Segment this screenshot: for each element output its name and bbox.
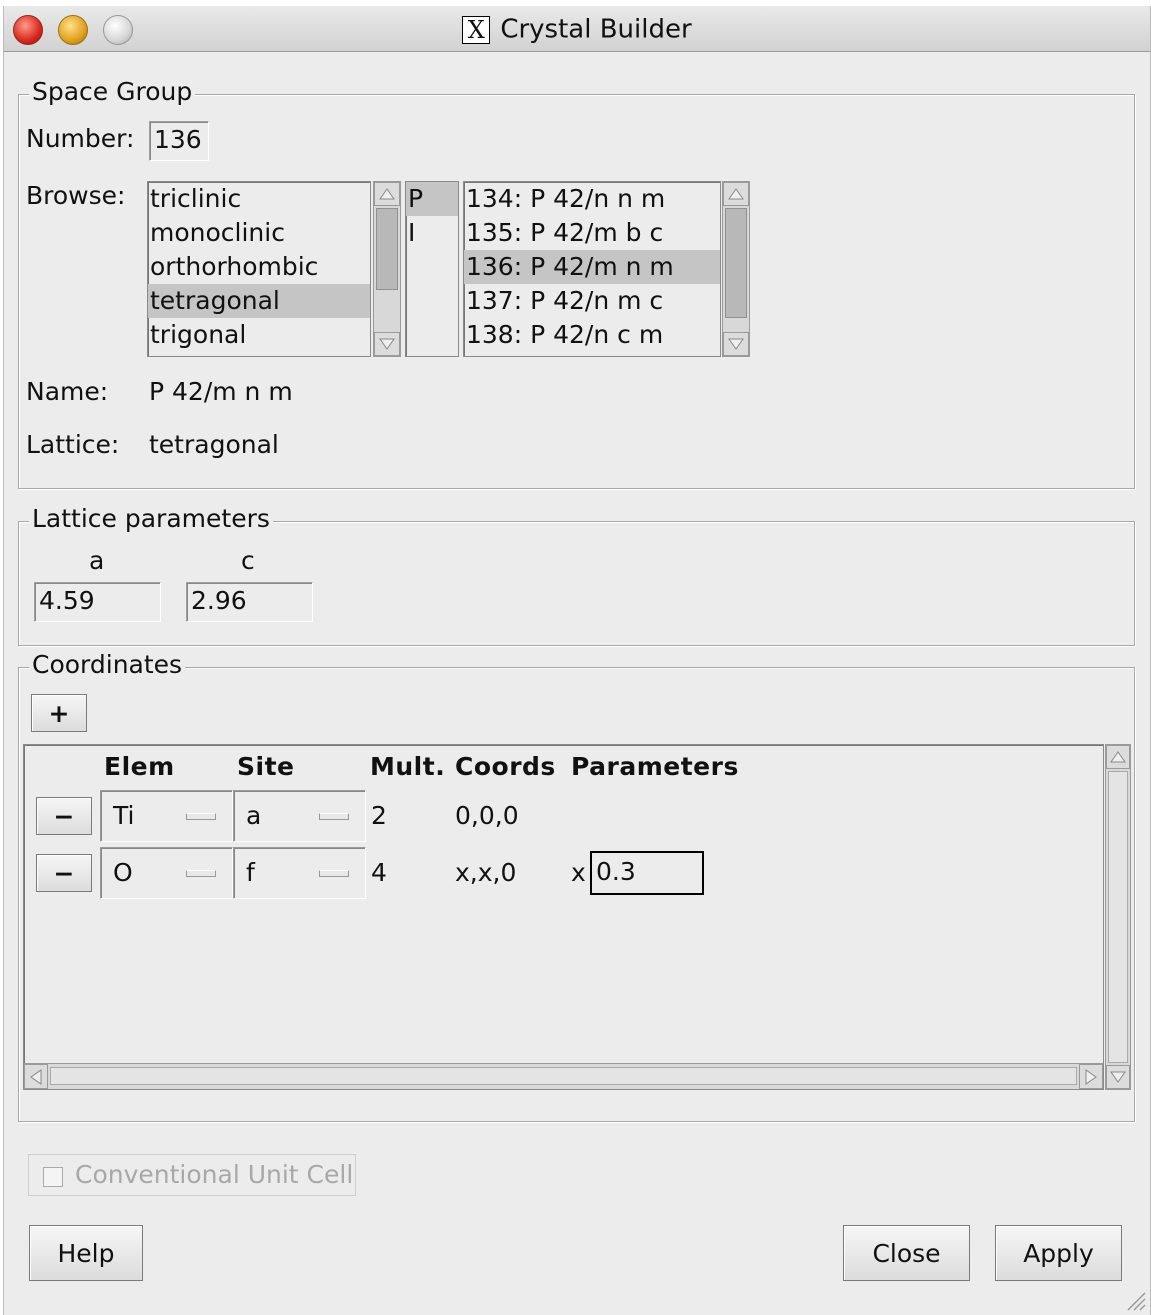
header-parameters: Parameters bbox=[571, 752, 739, 781]
element-value: Ti bbox=[113, 801, 135, 830]
crystal-system-list[interactable]: triclinic monoclinic orthorhombic tetrag… bbox=[147, 181, 371, 357]
list-item[interactable]: monoclinic bbox=[148, 216, 370, 250]
scroll-up-arrow-icon[interactable] bbox=[723, 182, 749, 206]
resize-grip-icon[interactable] bbox=[1124, 1289, 1146, 1311]
window-title: Crystal Builder bbox=[500, 14, 692, 45]
site-value: a bbox=[246, 801, 262, 830]
close-button[interactable]: Close bbox=[843, 1225, 970, 1281]
coordinates-vscrollbar[interactable] bbox=[1105, 744, 1131, 1090]
coords: x,x,0 bbox=[455, 858, 517, 887]
scroll-left-arrow-icon[interactable] bbox=[24, 1064, 48, 1089]
multiplicity: 2 bbox=[371, 801, 387, 830]
scroll-down-arrow-icon[interactable] bbox=[723, 332, 749, 356]
list-item-selected[interactable]: 136: P 42/m n m bbox=[464, 250, 720, 284]
list-item-selected[interactable]: P bbox=[406, 182, 458, 216]
list-item[interactable]: 137: P 42/n m c bbox=[464, 284, 720, 318]
lattice-parameters-legend: Lattice parameters bbox=[29, 504, 273, 534]
element-select[interactable]: Ti bbox=[100, 790, 233, 842]
header-elem: Elem bbox=[104, 752, 175, 781]
window-title-area: X Crystal Builder bbox=[4, 14, 1150, 45]
list-item[interactable]: I bbox=[406, 216, 458, 250]
scroll-thumb[interactable] bbox=[50, 1067, 1077, 1085]
list-item[interactable]: 135: P 42/m b c bbox=[464, 216, 720, 250]
param-x-label: x bbox=[571, 858, 586, 887]
dropdown-indicator-icon bbox=[319, 870, 349, 877]
checkbox-icon bbox=[43, 1167, 63, 1187]
param-c-label: c bbox=[241, 546, 255, 575]
space-group-legend: Space Group bbox=[29, 77, 196, 107]
scroll-down-arrow-icon[interactable] bbox=[1106, 1065, 1130, 1089]
list-item[interactable]: triclinic bbox=[148, 182, 370, 216]
dropdown-indicator-icon bbox=[319, 813, 349, 820]
browse-label: Browse: bbox=[26, 181, 126, 210]
scroll-thumb[interactable] bbox=[1108, 771, 1128, 1063]
header-mult: Mult. bbox=[370, 752, 446, 781]
crystal-system-scrollbar[interactable] bbox=[373, 181, 401, 357]
header-coords: Coords bbox=[455, 752, 556, 781]
list-item[interactable]: 134: P 42/n n m bbox=[464, 182, 720, 216]
site-select[interactable]: a bbox=[233, 790, 366, 842]
scroll-down-arrow-icon[interactable] bbox=[374, 332, 400, 356]
param-x-field[interactable]: 0.3 bbox=[590, 851, 704, 895]
space-group-scrollbar[interactable] bbox=[722, 181, 750, 357]
param-c-field[interactable]: 2.96 bbox=[186, 582, 313, 622]
space-group-number-field[interactable]: 136 bbox=[149, 121, 209, 161]
site-select[interactable]: f bbox=[233, 847, 366, 899]
dropdown-indicator-icon bbox=[186, 870, 216, 877]
coordinates-table: Elem Site Mult. Coords Parameters − Ti a… bbox=[23, 744, 1104, 1090]
lattice-label: Lattice: bbox=[26, 430, 120, 459]
conventional-unit-cell-label: Conventional Unit Cell bbox=[75, 1160, 354, 1189]
scroll-up-arrow-icon[interactable] bbox=[1106, 745, 1130, 769]
remove-atom-button[interactable]: − bbox=[36, 797, 92, 835]
space-group-panel: Space Group Number: 136 Browse: triclini… bbox=[18, 77, 1135, 489]
dropdown-indicator-icon bbox=[186, 813, 216, 820]
help-button[interactable]: Help bbox=[29, 1225, 143, 1281]
lattice-type: tetragonal bbox=[149, 430, 279, 459]
name-label: Name: bbox=[26, 377, 109, 406]
scroll-up-arrow-icon[interactable] bbox=[374, 182, 400, 206]
x11-app-icon: X bbox=[462, 15, 491, 44]
header-site: Site bbox=[237, 752, 295, 781]
add-atom-button[interactable]: + bbox=[31, 694, 87, 732]
site-value: f bbox=[246, 858, 255, 887]
param-a-label: a bbox=[89, 546, 105, 575]
centering-list[interactable]: P I bbox=[405, 181, 459, 357]
list-item[interactable]: trigonal bbox=[148, 318, 370, 352]
space-group-list[interactable]: 134: P 42/n n m 135: P 42/m b c 136: P 4… bbox=[463, 181, 721, 357]
coordinates-hscrollbar[interactable] bbox=[24, 1063, 1103, 1089]
scroll-right-arrow-icon[interactable] bbox=[1079, 1064, 1103, 1089]
number-label: Number: bbox=[26, 124, 135, 153]
space-group-name: P 42/m n m bbox=[149, 377, 293, 406]
scroll-thumb[interactable] bbox=[725, 208, 747, 318]
list-item-selected[interactable]: tetragonal bbox=[148, 284, 370, 318]
scroll-thumb[interactable] bbox=[376, 208, 398, 290]
apply-button[interactable]: Apply bbox=[995, 1225, 1122, 1281]
element-select[interactable]: O bbox=[100, 847, 233, 899]
list-item[interactable]: 138: P 42/n c m bbox=[464, 318, 720, 352]
element-value: O bbox=[113, 858, 133, 887]
list-item[interactable]: orthorhombic bbox=[148, 250, 370, 284]
param-a-field[interactable]: 4.59 bbox=[34, 582, 161, 622]
conventional-unit-cell-checkbox[interactable]: Conventional Unit Cell bbox=[28, 1154, 356, 1196]
remove-atom-button[interactable]: − bbox=[36, 854, 92, 892]
title-bar: X Crystal Builder bbox=[4, 6, 1150, 52]
coordinates-legend: Coordinates bbox=[29, 650, 186, 680]
coords: 0,0,0 bbox=[455, 801, 519, 830]
multiplicity: 4 bbox=[371, 858, 387, 887]
coordinates-panel: Coordinates + Elem Site Mult. Coords Par… bbox=[18, 650, 1135, 1122]
crystal-builder-window: X Crystal Builder Space Group Number: 136… bbox=[3, 6, 1151, 1315]
lattice-parameters-panel: Lattice parameters a c 4.59 2.96 bbox=[18, 504, 1135, 646]
